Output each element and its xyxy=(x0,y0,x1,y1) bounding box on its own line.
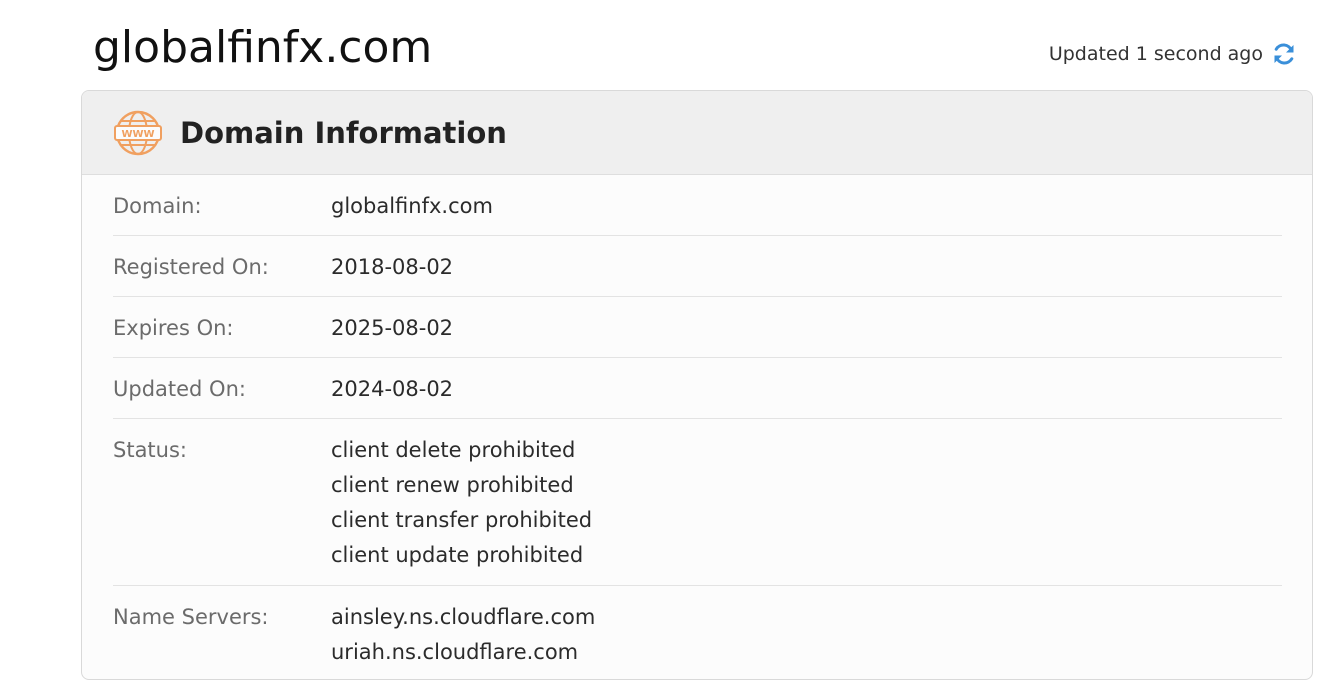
info-rows: Domain: globalfinfx.com Registered On: 2… xyxy=(113,175,1282,670)
domain-information-card: WWW Domain Information Domain: globalfin… xyxy=(81,90,1313,680)
domain-value: globalfinfx.com xyxy=(331,194,493,218)
name-servers-values: ainsley.ns.cloudflare.com uriah.ns.cloud… xyxy=(331,600,595,670)
status-item: client update prohibited xyxy=(331,543,584,567)
row-expires-on: Expires On: 2025-08-02 xyxy=(113,297,1282,358)
card-header: WWW Domain Information xyxy=(82,91,1312,175)
row-updated-on: Updated On: 2024-08-02 xyxy=(113,358,1282,419)
status-item: client renew prohibited xyxy=(331,473,574,497)
row-name-servers: Name Servers: ainsley.ns.cloudflare.com … xyxy=(113,586,1282,670)
updated-on-label: Updated On: xyxy=(113,377,246,401)
registered-on-value: 2018-08-02 xyxy=(331,255,454,279)
status-item: client transfer prohibited xyxy=(331,508,593,532)
refresh-icon[interactable] xyxy=(1271,41,1297,67)
name-server-item: ainsley.ns.cloudflare.com xyxy=(331,605,596,629)
name-server-item: uriah.ns.cloudflare.com xyxy=(331,640,579,664)
updated-status: Updated 1 second ago xyxy=(1049,41,1297,67)
www-icon: WWW xyxy=(114,109,162,157)
updated-on-value: 2024-08-02 xyxy=(331,377,454,401)
page-title: globalfinfx.com xyxy=(93,22,433,73)
expires-on-value: 2025-08-02 xyxy=(331,316,454,340)
updated-text: Updated 1 second ago xyxy=(1048,43,1263,65)
name-servers-label: Name Servers: xyxy=(113,605,269,629)
row-registered-on: Registered On: 2018-08-02 xyxy=(113,236,1282,297)
row-status: Status: client delete prohibited client … xyxy=(113,419,1282,586)
card-title: Domain Information xyxy=(180,115,507,150)
domain-label: Domain: xyxy=(113,194,202,218)
status-values: client delete prohibited client renew pr… xyxy=(331,433,592,585)
svg-text:WWW: WWW xyxy=(121,129,154,140)
expires-on-label: Expires On: xyxy=(113,316,234,340)
registered-on-label: Registered On: xyxy=(113,255,269,279)
row-domain: Domain: globalfinfx.com xyxy=(113,175,1282,236)
status-label: Status: xyxy=(113,438,187,462)
status-item: client delete prohibited xyxy=(331,438,576,462)
